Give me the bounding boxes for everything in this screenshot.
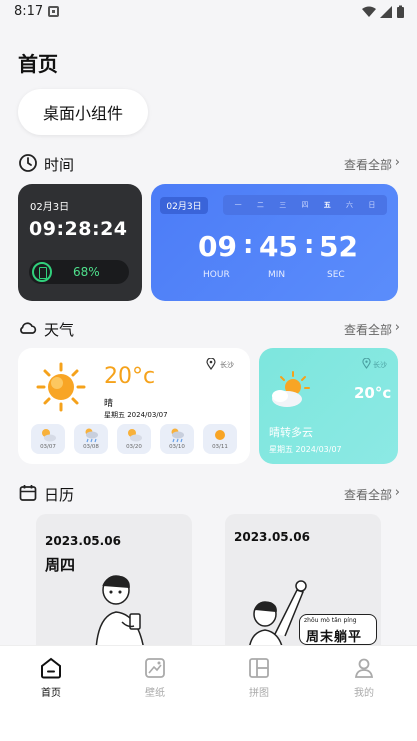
speech-bubble: zhōu mò tǎn píng 周末躺平: [299, 614, 377, 645]
puzzle-icon: [249, 658, 269, 678]
weather-location: 长沙: [373, 361, 387, 369]
section-title-weather: 天气: [44, 321, 75, 339]
section-header-calendar: 日历 查看全部 ›: [18, 483, 400, 505]
calendar-date: 2023.05.06: [234, 530, 310, 544]
section-header-time: 时间 查看全部 ›: [18, 153, 400, 175]
partly-cloudy-icon: [272, 371, 310, 407]
forecast-date: 03/07: [40, 444, 56, 450]
weekday: 一: [234, 201, 242, 209]
notification-icon: [48, 6, 59, 17]
nav-profile[interactable]: 我的: [334, 656, 394, 699]
weekday: 六: [346, 201, 354, 209]
desktop-widget-button[interactable]: 桌面小组件: [18, 89, 148, 135]
cloud-icon: [20, 322, 37, 334]
nav-label: 壁纸: [145, 688, 165, 699]
section-title-calendar: 日历: [44, 486, 75, 504]
clock-icon: [19, 154, 37, 172]
clock-hour: 09: [198, 230, 237, 263]
nav-home[interactable]: 首页: [21, 656, 81, 699]
weather-widget-white[interactable]: 20°c 长沙 晴 星期五 2024/03/07 03/07 03/08 03/…: [18, 348, 250, 464]
nav-label: 我的: [354, 688, 374, 699]
clock-second: 52: [319, 230, 358, 263]
view-all-time-link[interactable]: 查看全部: [344, 156, 392, 173]
time-widget-blue[interactable]: 02月3日 一 二 三 四 五 六 日 09 : 45 : 52 HOUR MI…: [151, 184, 398, 301]
chevron-right-icon[interactable]: ›: [395, 485, 400, 500]
forecast-date: 03/10: [169, 444, 185, 450]
forecast-day: 03/11: [203, 424, 237, 454]
status-bar: 8:17: [0, 0, 417, 26]
weekday: 二: [256, 201, 264, 209]
sun-icon: [215, 430, 225, 440]
sun-icon: [36, 362, 86, 412]
chevron-right-icon[interactable]: ›: [395, 155, 400, 170]
partly-cloudy-icon: [128, 429, 142, 442]
weather-date: 星期五 2024/03/07: [269, 445, 342, 454]
home-icon: [41, 657, 61, 679]
battery-pill: 68%: [29, 260, 129, 284]
profile-icon: [354, 658, 374, 678]
forecast-date: 03/20: [126, 444, 142, 450]
current-temperature: 20°c: [354, 384, 392, 402]
clock-colon: :: [243, 230, 254, 260]
second-caption: SEC: [327, 270, 345, 280]
calendar-icon: [19, 485, 37, 501]
forecast-day: 03/10: [160, 424, 194, 454]
forecast-day: 03/08: [74, 424, 108, 454]
person-with-phone-illustration: [95, 575, 144, 645]
status-time: 8:17: [14, 4, 44, 19]
forecast-date: 03/11: [212, 444, 228, 450]
bubble-caption: 周末躺平: [306, 630, 363, 645]
weekday-strip: 一 二 三 四 五 六 日: [223, 195, 387, 215]
calendar-widget-1[interactable]: 2023.05.06 周四: [36, 514, 192, 645]
weather-condition: 晴: [104, 399, 114, 409]
view-all-weather-link[interactable]: 查看全部: [344, 321, 392, 338]
battery-icon: [32, 262, 52, 282]
weather-location: 长沙: [220, 361, 234, 369]
view-all-calendar-link[interactable]: 查看全部: [344, 486, 392, 503]
rain-icon: [85, 428, 98, 443]
location-pin-icon: [206, 358, 216, 370]
clock-minute: 45: [259, 230, 298, 263]
location-pin-icon: [362, 358, 371, 369]
bubble-pinyin: zhōu mò tǎn píng: [304, 617, 357, 624]
section-header-weather: 天气 查看全部 ›: [18, 318, 400, 340]
signal-wifi-battery-icon: [362, 5, 404, 18]
partly-cloudy-icon: [42, 429, 56, 442]
forecast-day: 03/07: [31, 424, 65, 454]
weather-date: 星期五 2024/03/07: [104, 411, 168, 419]
forecast-day: 03/20: [117, 424, 151, 454]
weekday: 三: [279, 201, 287, 209]
section-title-time: 时间: [44, 156, 75, 174]
widget-clock: 09:28:24: [29, 218, 128, 240]
weather-condition: 晴转多云: [269, 426, 313, 439]
weather-widget-teal[interactable]: 长沙 20°c 晴转多云 星期五 2024/03/07: [259, 348, 398, 464]
widget-date: 02月3日: [160, 197, 208, 214]
forecast-date: 03/08: [83, 444, 99, 450]
rain-icon: [171, 428, 184, 443]
calendar-date: 2023.05.06: [45, 534, 121, 548]
calendar-weekday: 周四: [45, 556, 76, 574]
nav-label: 首页: [41, 688, 61, 699]
battery-percent: 68%: [73, 265, 100, 279]
current-temperature: 20°c: [104, 364, 156, 389]
hour-caption: HOUR: [203, 270, 230, 280]
nav-puzzle[interactable]: 拼图: [229, 656, 289, 699]
wallpaper-icon: [145, 658, 165, 678]
weekday-active: 五: [323, 201, 331, 209]
chevron-right-icon[interactable]: ›: [395, 320, 400, 335]
bottom-navigation: 首页 壁纸 拼图 我的: [0, 645, 417, 741]
clock-colon: :: [304, 230, 315, 260]
nav-wallpaper[interactable]: 壁纸: [125, 656, 185, 699]
minute-caption: MIN: [268, 270, 286, 280]
time-widget-dark[interactable]: 02月3日 09:28:24 68%: [18, 184, 142, 301]
weekday: 四: [301, 201, 309, 209]
nav-label: 拼图: [249, 688, 269, 699]
calendar-widget-2[interactable]: 2023.05.06 zhōu mò tǎn píng 周末躺平: [225, 514, 381, 645]
weekday: 日: [368, 201, 376, 209]
widget-date: 02月3日: [30, 202, 70, 213]
page-title: 首页: [18, 52, 58, 76]
